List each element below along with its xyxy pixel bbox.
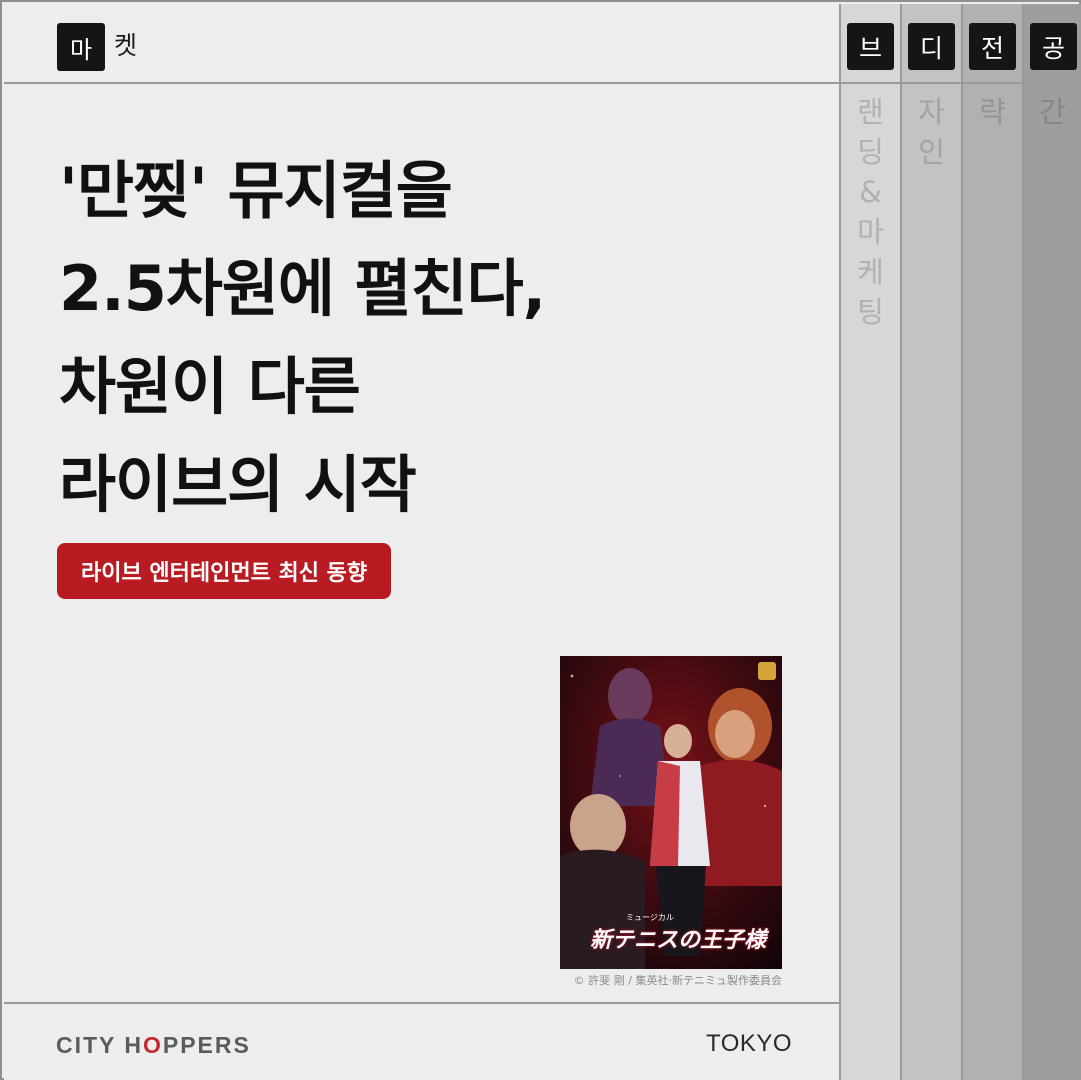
brand-logo-left: CITY H <box>56 1032 143 1058</box>
poster-title: 新テニスの王子様 <box>590 927 767 953</box>
column-head-box: 디 <box>908 23 955 70</box>
card-frame: 마 켓 '만찢' 뮤지컬을 2.5차원에 펼친다, 차원이 다른 라이브의 시작… <box>0 0 1081 1080</box>
column-char: 팅 <box>857 295 884 329</box>
column-head: 브 <box>841 4 900 84</box>
category-column-brand: 브 랜 딩 & 마 케 팅 <box>839 4 900 1080</box>
column-head-box: 공 <box>1030 23 1077 70</box>
category-column-space: 공 간 <box>1022 4 1081 1080</box>
column-char: 딩 <box>857 135 884 169</box>
column-head: 공 <box>1024 4 1081 84</box>
headline-line-2: 2.5차원에 펼친다, <box>59 252 546 325</box>
footer-bar: CITY HOPPERS TOKYO <box>4 1002 839 1080</box>
column-head-box: 브 <box>847 23 894 70</box>
column-head-box: 전 <box>969 23 1016 70</box>
column-vertical-text: 자 인 <box>902 92 961 172</box>
topic-badge: 라이브 엔터테인먼트 최신 동향 <box>57 543 392 599</box>
column-head: 디 <box>902 4 961 84</box>
musical-poster-image: ミュージカル 新テニスの王子様 <box>560 656 782 969</box>
column-vertical-text: 략 <box>963 92 1022 132</box>
column-char: 랜 <box>857 95 884 129</box>
column-vertical-text: 간 <box>1024 92 1081 132</box>
column-char: & <box>859 175 882 209</box>
column-char: 간 <box>1039 95 1066 129</box>
category-tag-box: 마 <box>57 23 105 71</box>
headline-line-4: 라이브의 시작 <box>59 448 417 521</box>
category-column-strategy: 전 략 <box>961 4 1022 1080</box>
main-panel: 마 켓 '만찢' 뮤지컬을 2.5차원에 펼친다, 차원이 다른 라이브의 시작… <box>4 4 839 1080</box>
image-credit: © 許斐 剛 / 集英社·新テニミュ製作委員会 <box>573 974 782 987</box>
brand-logo-mark: O <box>142 1032 163 1058</box>
column-char: 케 <box>857 255 884 289</box>
column-char: 인 <box>918 135 945 169</box>
brand-logo-right: PPERS <box>162 1032 251 1058</box>
headline: '만찢' 뮤지컬을 2.5차원에 펼친다, 차원이 다른 라이브의 시작 <box>59 142 779 534</box>
headline-line-1: '만찢' 뮤지컬을 <box>59 154 453 227</box>
column-head: 전 <box>963 4 1022 84</box>
column-char: 자 <box>918 95 945 129</box>
column-char: 마 <box>857 215 884 249</box>
headline-line-3: 차원이 다른 <box>59 350 361 423</box>
brand-logo: CITY HOPPERS <box>56 1032 251 1059</box>
column-char: 략 <box>979 95 1006 129</box>
category-tag-rest: 켓 <box>114 31 138 60</box>
category-column-design: 디 자 인 <box>900 4 961 1080</box>
header-bar: 마 켓 <box>4 4 839 84</box>
column-vertical-text: 랜 딩 & 마 케 팅 <box>841 92 900 332</box>
city-label: TOKYO <box>706 1030 793 1057</box>
